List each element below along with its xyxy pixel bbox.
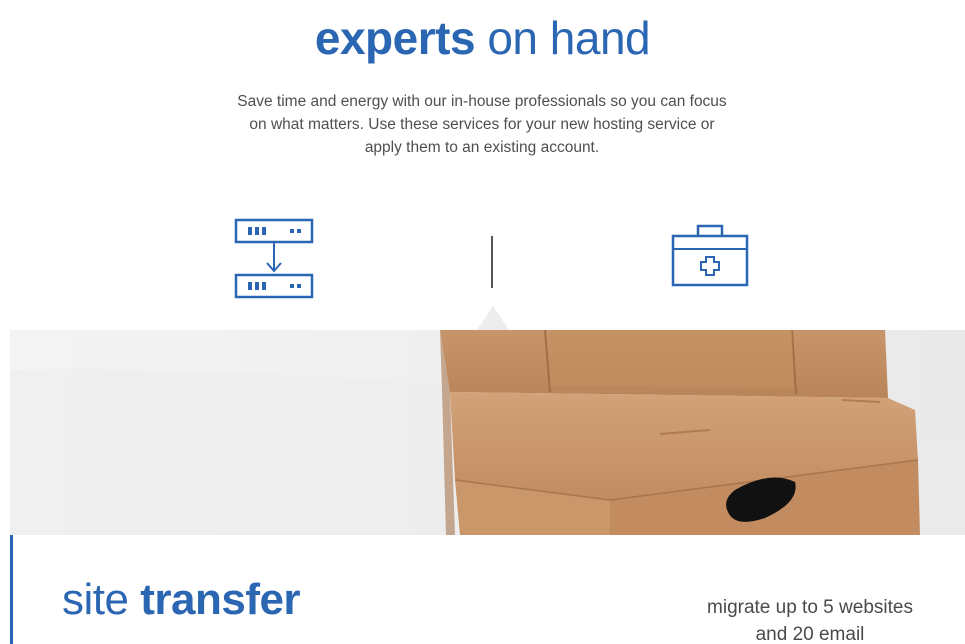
service-tab-expert-services[interactable] bbox=[670, 222, 750, 288]
panel-accent-rule bbox=[10, 535, 13, 644]
service-divider bbox=[491, 236, 493, 288]
cardboard-boxes-image bbox=[10, 330, 965, 535]
site-transfer-title-light: site bbox=[62, 575, 129, 624]
intro-paragraph: Save time and energy with our in-house p… bbox=[237, 93, 727, 156]
hero-section: experts on hand Save time and energy wit… bbox=[0, 0, 965, 330]
page-title-bold: experts bbox=[314, 12, 476, 64]
page-title: experts on hand bbox=[0, 10, 965, 66]
page-title-light: on hand bbox=[487, 12, 651, 64]
service-tab-site-transfer[interactable] bbox=[234, 218, 314, 300]
boxes-photo bbox=[10, 330, 965, 535]
server-transfer-icon bbox=[234, 218, 314, 299]
selected-tab-pointer bbox=[477, 306, 509, 330]
site-transfer-title-bold: transfer bbox=[140, 575, 301, 624]
site-transfer-description: migrate up to 5 websites and 20 email bbox=[707, 597, 913, 644]
site-transfer-title: site transfer bbox=[62, 572, 301, 628]
medical-kit-icon bbox=[671, 224, 749, 287]
